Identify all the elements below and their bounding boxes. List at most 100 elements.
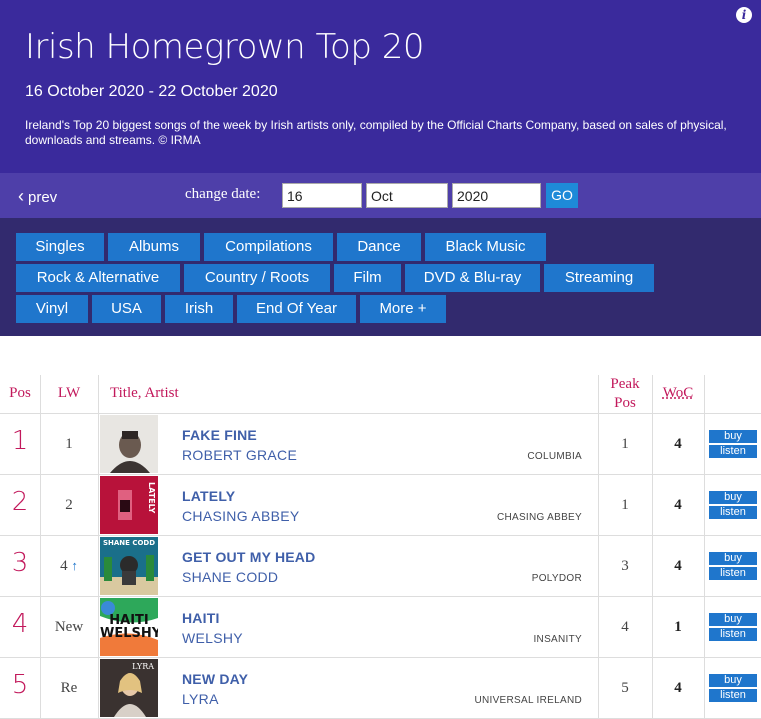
row-last-week: 1 — [65, 436, 73, 452]
row-weeks-on-chart: 4 — [674, 680, 682, 696]
artist-name[interactable]: CHASING ABBEY — [182, 508, 300, 524]
nav-end-of-year[interactable]: End Of Year — [237, 295, 356, 323]
buy-button[interactable]: buy — [709, 491, 757, 504]
category-nav: Singles Albums Compilations Dance Black … — [0, 218, 761, 336]
row-last-week-value: 4 — [60, 558, 68, 574]
buy-button[interactable]: buy — [709, 674, 757, 687]
nav-usa[interactable]: USA — [92, 295, 161, 323]
nav-country-roots[interactable]: Country / Roots — [184, 264, 330, 292]
record-label: COLUMBIA — [527, 451, 582, 462]
chart-description: Ireland's Top 20 biggest songs of the we… — [25, 118, 727, 147]
row-position: 5 — [11, 670, 29, 700]
row-last-week: 2 — [65, 497, 73, 513]
row-last-week: New — [54, 619, 84, 635]
row-peak: 3 — [621, 558, 629, 574]
song-title[interactable]: HAITI — [182, 610, 220, 626]
row-last-week: 4 ↑ — [40, 558, 98, 575]
record-label: CHASING ABBEY — [496, 512, 582, 523]
nav-singles[interactable]: Singles — [16, 233, 104, 261]
nav-film[interactable]: Film — [334, 264, 401, 292]
song-title[interactable]: LATELY — [182, 488, 235, 504]
album-cover[interactable]: LYRA — [100, 659, 158, 717]
column-divider — [652, 375, 653, 719]
month-input[interactable] — [366, 183, 448, 208]
row-peak: 5 — [621, 680, 629, 696]
artist-name[interactable]: LYRA — [182, 691, 219, 707]
row-position: 3 — [11, 548, 29, 578]
buy-button[interactable]: buy — [709, 552, 757, 565]
header-peak-line1: Peak — [610, 376, 640, 392]
row-position: 4 — [11, 609, 29, 639]
row-weeks-on-chart: 4 — [674, 558, 682, 574]
listen-button[interactable]: listen — [709, 567, 757, 580]
row-weeks-on-chart: 4 — [674, 497, 682, 513]
nav-compilations[interactable]: Compilations — [204, 233, 333, 261]
cover-text: HAITI WELSHY — [100, 613, 158, 641]
nav-vinyl[interactable]: Vinyl — [16, 295, 88, 323]
album-cover[interactable]: SHANE CODD — [100, 537, 158, 595]
nav-black-music[interactable]: Black Music — [425, 233, 546, 261]
album-cover[interactable] — [100, 415, 158, 473]
prev-label: prev — [28, 189, 58, 206]
header-lw: LW — [57, 385, 81, 401]
row-weeks-on-chart: 4 — [674, 436, 682, 452]
row-position: 2 — [11, 487, 29, 517]
artist-name[interactable]: SHANE CODD — [182, 569, 278, 585]
record-label: POLYDOR — [531, 573, 582, 584]
listen-button[interactable]: listen — [709, 689, 757, 702]
album-cover[interactable]: HAITI WELSHY — [100, 598, 158, 656]
nav-rock-alternative[interactable]: Rock & Alternative — [16, 264, 180, 292]
header-peak-line2: Pos — [614, 395, 636, 411]
nav-more[interactable]: More + — [360, 295, 446, 323]
row-weeks-on-chart: 1 — [674, 619, 682, 635]
page-title: Irish Homegrown Top 20 — [25, 27, 424, 67]
date-bar: ‹prev change date: GO — [0, 173, 761, 218]
record-label: UNIVERSAL IRELAND — [474, 695, 582, 706]
row-divider — [0, 657, 761, 658]
listen-button[interactable]: listen — [709, 628, 757, 641]
nav-dvd-bluray[interactable]: DVD & Blu-ray — [405, 264, 540, 292]
change-date-label: change date: — [185, 186, 261, 202]
row-peak: 1 — [621, 436, 629, 452]
buy-button[interactable]: buy — [709, 613, 757, 626]
song-title[interactable]: NEW DAY — [182, 671, 248, 687]
row-peak: 4 — [621, 619, 629, 635]
day-input[interactable] — [282, 183, 362, 208]
row-last-week: Re — [60, 680, 78, 696]
chart-header: i Irish Homegrown Top 20 16 October 2020… — [0, 0, 761, 173]
row-divider — [0, 596, 761, 597]
go-button[interactable]: GO — [546, 183, 578, 208]
song-title[interactable]: GET OUT MY HEAD — [182, 549, 315, 565]
chevron-left-icon: ‹ — [18, 186, 24, 206]
header-pos: Pos — [9, 385, 31, 401]
year-input[interactable] — [452, 183, 541, 208]
cover-text: LYRA — [132, 662, 154, 671]
nav-irish[interactable]: Irish — [165, 295, 233, 323]
column-divider — [598, 375, 599, 719]
song-title[interactable]: FAKE FINE — [182, 427, 257, 443]
album-cover[interactable]: LATELY — [100, 476, 158, 534]
listen-button[interactable]: listen — [709, 445, 757, 458]
header-woc[interactable]: WoC — [652, 385, 704, 423]
column-divider — [40, 375, 41, 719]
up-arrow-icon: ↑ — [71, 558, 78, 573]
row-position: 1 — [11, 426, 29, 456]
nav-streaming[interactable]: Streaming — [544, 264, 654, 292]
column-divider — [98, 375, 99, 719]
artist-name[interactable]: WELSHY — [182, 630, 243, 646]
info-icon[interactable]: i — [736, 7, 752, 23]
record-label: INSANITY — [533, 634, 582, 645]
row-divider — [0, 413, 761, 414]
artist-name[interactable]: ROBERT GRACE — [182, 447, 297, 463]
prev-link[interactable]: ‹ prev — [18, 186, 57, 207]
nav-albums[interactable]: Albums — [108, 233, 200, 261]
listen-button[interactable]: listen — [709, 506, 757, 519]
row-divider — [0, 474, 761, 475]
nav-dance[interactable]: Dance — [337, 233, 421, 261]
row-peak: 1 — [621, 497, 629, 513]
cover-text: SHANE CODD — [102, 539, 156, 547]
cover-text: LATELY — [147, 482, 156, 514]
buy-button[interactable]: buy — [709, 430, 757, 443]
chart-dates: 16 October 2020 - 22 October 2020 — [25, 83, 278, 100]
header-peak-pos: Peak Pos — [598, 375, 652, 413]
